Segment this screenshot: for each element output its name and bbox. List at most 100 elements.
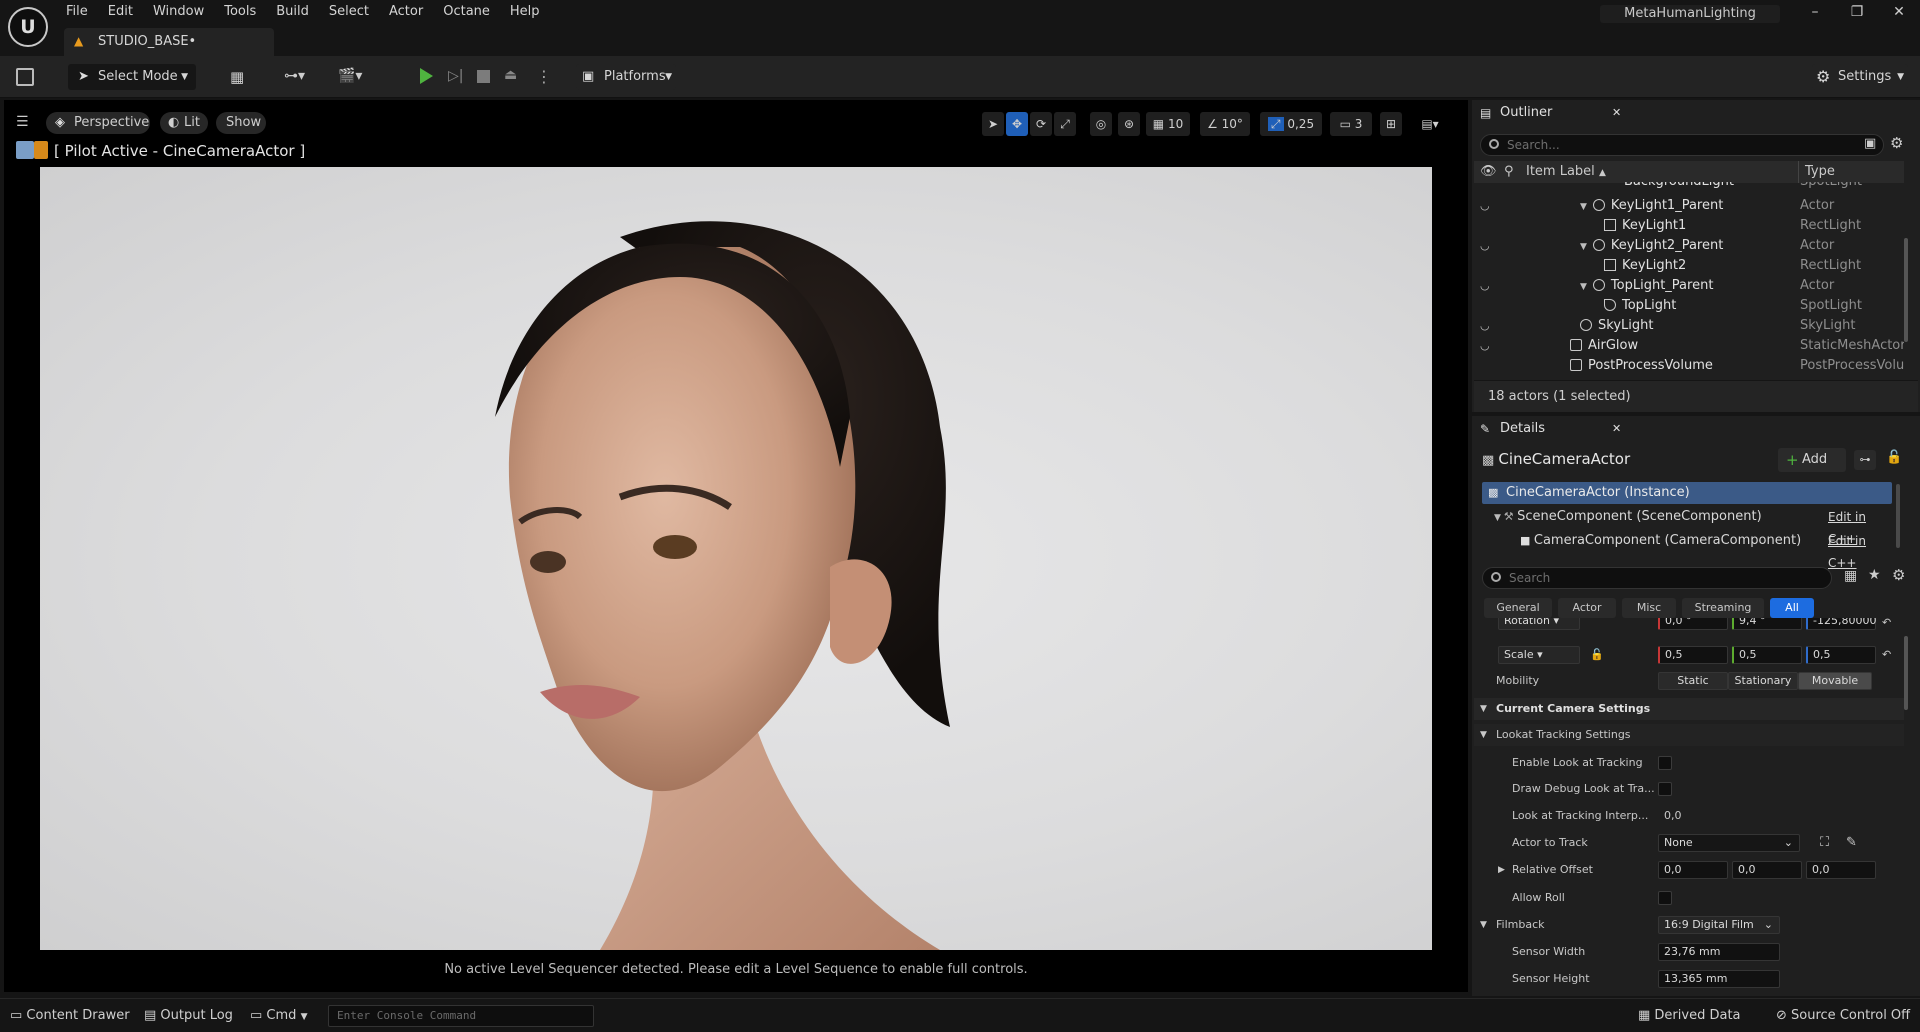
scale-snap-button[interactable]: ⤢ 0,25: [1260, 112, 1322, 136]
scale-y-field[interactable]: 0,5: [1732, 646, 1802, 664]
outliner-row[interactable]: BackgroundLight SpotLight: [1474, 182, 1904, 192]
visibility-eye-icon[interactable]: ◡: [1480, 196, 1490, 216]
components-scrollbar[interactable]: [1896, 484, 1900, 548]
sensor-height-field[interactable]: 13,365 mm: [1658, 970, 1780, 988]
menu-select[interactable]: Select: [323, 3, 383, 21]
step-icon[interactable]: ▷|: [448, 68, 463, 84]
component-row-selected[interactable]: ▩ CineCameraActor (Instance): [1482, 482, 1892, 504]
menu-file[interactable]: File: [60, 3, 102, 21]
category-general[interactable]: General: [1484, 598, 1552, 618]
reset-scale-icon[interactable]: ↶: [1882, 644, 1891, 666]
current-camera-section[interactable]: ▼ Current Camera Settings: [1474, 698, 1904, 720]
more-options-icon[interactable]: ⋮: [536, 67, 552, 86]
allow-roll-checkbox[interactable]: [1658, 891, 1672, 905]
visibility-column-icon[interactable]: 👁: [1480, 161, 1497, 183]
outliner-row[interactable]: ◡ SkyLight SkyLight: [1474, 316, 1904, 336]
stop-icon[interactable]: [477, 70, 490, 83]
menu-tools[interactable]: Tools: [218, 3, 270, 21]
visibility-eye-icon[interactable]: ◡: [1480, 276, 1490, 296]
menu-actor[interactable]: Actor: [383, 3, 437, 21]
surface-snap-icon[interactable]: ⊛: [1118, 112, 1140, 136]
pin-column-icon[interactable]: ⚲: [1504, 161, 1514, 183]
menu-octane[interactable]: Octane: [437, 3, 504, 21]
minimize-icon[interactable]: –: [1800, 4, 1830, 20]
hamburger-menu-icon[interactable]: ☰: [16, 114, 29, 130]
grid-snap-button[interactable]: ▦ 10: [1146, 112, 1190, 136]
translate-tool-icon[interactable]: ✥: [1006, 112, 1028, 136]
category-actor[interactable]: Actor: [1558, 598, 1616, 618]
close-tab-icon[interactable]: ✕: [1612, 417, 1621, 441]
category-misc[interactable]: Misc: [1622, 598, 1676, 618]
outliner-row[interactable]: KeyLight2 RectLight: [1474, 256, 1904, 276]
show-button[interactable]: Show: [216, 112, 266, 134]
outliner-search-input[interactable]: Search...: [1480, 134, 1884, 156]
type-column[interactable]: Type: [1798, 161, 1835, 183]
lookat-section[interactable]: ▼ Lookat Tracking Settings: [1474, 724, 1904, 746]
add-component-button[interactable]: + Add: [1778, 448, 1846, 472]
world-local-icon[interactable]: ◎: [1090, 112, 1112, 136]
rotation-z-field[interactable]: -125,80000: [1806, 618, 1876, 630]
eject-icon[interactable]: ⏏: [504, 67, 517, 83]
select-mode-dropdown[interactable]: ➤ Select Mode ▼: [68, 64, 196, 90]
close-tab-icon[interactable]: ✕: [1612, 101, 1621, 125]
platforms-dropdown[interactable]: ▣ Platforms ▼: [576, 64, 676, 90]
output-log-button[interactable]: ▤ Output Log: [144, 1008, 233, 1023]
outliner-row[interactable]: ◡ AirGlow StaticMeshActor: [1474, 336, 1904, 356]
camera-render-view[interactable]: [40, 167, 1432, 950]
level-tab[interactable]: ▲ STUDIO_BASE•: [64, 28, 274, 56]
category-all[interactable]: All: [1770, 598, 1814, 618]
component-row[interactable]: ■ CameraComponent (CameraComponent) Edit…: [1520, 530, 1894, 570]
outliner-tab[interactable]: ▤ Outliner ✕: [1478, 101, 1628, 125]
details-scrollbar[interactable]: [1904, 636, 1908, 710]
outliner-scrollbar[interactable]: [1904, 238, 1908, 342]
unreal-logo-icon[interactable]: U: [8, 7, 48, 47]
scale-tool-icon[interactable]: ⤢: [1054, 112, 1076, 136]
enable-lookat-checkbox[interactable]: [1658, 756, 1672, 770]
expand-arrow-icon[interactable]: ▶: [1498, 859, 1505, 881]
console-command-input[interactable]: Enter Console Command: [328, 1005, 594, 1027]
eyedropper-icon[interactable]: ✎: [1846, 832, 1857, 854]
blueprint-icon[interactable]: ⊶▾: [284, 68, 314, 86]
derived-data-button[interactable]: ▦ Derived Data: [1638, 1008, 1741, 1023]
add-content-icon[interactable]: ▦: [230, 68, 250, 86]
details-tab[interactable]: ✎ Details ✕: [1478, 417, 1628, 441]
table-view-icon[interactable]: ▦: [1844, 568, 1857, 584]
offset-z-field[interactable]: 0,0: [1806, 861, 1876, 879]
browse-actor-icon[interactable]: ⛶: [1820, 832, 1829, 854]
close-icon[interactable]: ✕: [1884, 4, 1914, 20]
outliner-row[interactable]: ◡ ▼ KeyLight2_Parent Actor: [1474, 236, 1904, 256]
angle-snap-button[interactable]: ∠ 10°: [1200, 112, 1250, 136]
menu-window[interactable]: Window: [147, 3, 218, 21]
outliner-row[interactable]: ◡ ▼ KeyLight1_Parent Actor: [1474, 196, 1904, 216]
outliner-row[interactable]: TopLight SpotLight: [1474, 296, 1904, 316]
play-icon[interactable]: [420, 68, 433, 84]
lit-button[interactable]: ◐ Lit: [160, 112, 208, 134]
eject-pilot-icon[interactable]: [16, 141, 34, 159]
offset-y-field[interactable]: 0,0: [1732, 861, 1802, 879]
viewport-layout-icon[interactable]: ▤▾: [1410, 112, 1450, 136]
draw-debug-checkbox[interactable]: [1658, 782, 1672, 796]
scale-dropdown[interactable]: Scale ▾: [1498, 646, 1580, 664]
component-row[interactable]: ▼ ⚒ SceneComponent (SceneComponent) Edit…: [1494, 506, 1894, 546]
details-search-input[interactable]: Search: [1482, 567, 1832, 589]
lock-icon[interactable]: 🔓: [1886, 450, 1902, 465]
edit-in-cpp-link[interactable]: Edit in C++: [1828, 530, 1894, 574]
outliner-row[interactable]: ◡ ▼ TopLight_Parent Actor: [1474, 276, 1904, 296]
cmd-dropdown[interactable]: ▭ Cmd ▼: [250, 1008, 307, 1023]
rotation-y-field[interactable]: 9,4 °: [1732, 618, 1802, 630]
mobility-static[interactable]: Static: [1658, 672, 1728, 690]
filmback-preset-dropdown[interactable]: 16:9 Digital Film ⌄: [1658, 916, 1780, 934]
menu-edit[interactable]: Edit: [102, 3, 147, 21]
maximize-viewport-icon[interactable]: ⊞: [1380, 112, 1402, 136]
restore-icon[interactable]: ❐: [1842, 4, 1872, 20]
rotation-x-field[interactable]: 0,0 °: [1658, 618, 1728, 630]
reset-rotation-icon[interactable]: ↶: [1882, 618, 1891, 632]
rotation-dropdown[interactable]: Rotation ▾: [1498, 618, 1580, 630]
camera-speed-button[interactable]: ▭ 3: [1330, 112, 1372, 136]
cinematics-icon[interactable]: 🎬▾: [338, 68, 374, 86]
scale-lock-icon[interactable]: 🔓: [1590, 644, 1604, 666]
menu-build[interactable]: Build: [270, 3, 323, 21]
outliner-row[interactable]: PostProcessVolume PostProcessVolu: [1474, 356, 1904, 376]
lookat-interp-value[interactable]: 0,0: [1664, 805, 1682, 827]
offset-x-field[interactable]: 0,0: [1658, 861, 1728, 879]
